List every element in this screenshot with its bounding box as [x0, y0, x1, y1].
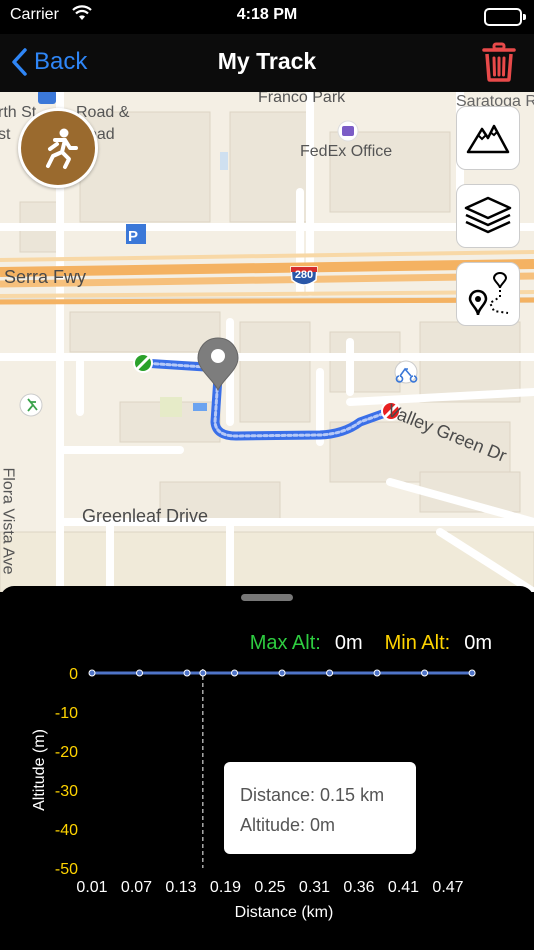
activity-type-button[interactable] — [18, 108, 98, 188]
tooltip-distance: Distance: 0.15 km — [240, 785, 385, 805]
data-point — [183, 669, 191, 677]
x-tick-label: 0.31 — [299, 879, 330, 896]
data-point — [278, 669, 286, 677]
data-point — [136, 669, 144, 677]
y-tick-label: 0 — [69, 666, 78, 683]
y-tick-label: -20 — [55, 744, 78, 761]
page-title: My Track — [217, 48, 317, 74]
mountain-icon — [466, 124, 510, 154]
data-point — [88, 669, 96, 677]
navigation-bar: Back My Track — [0, 34, 534, 92]
map-label-fedex: FedEx Office — [300, 143, 393, 160]
x-tick-label: 0.47 — [432, 879, 463, 896]
x-tick-label: 0.41 — [388, 879, 419, 896]
x-tick-label: 0.25 — [254, 879, 285, 896]
map-label-flora-vista: Flora Vista Ave — [0, 467, 17, 575]
x-axis: 0.01 0.07 0.13 0.19 0.25 0.31 0.36 0.41 0.47 — [76, 879, 463, 896]
data-point — [468, 669, 476, 677]
y-tick-label: -10 — [55, 705, 78, 722]
x-tick-label: 0.19 — [210, 879, 241, 896]
layers-icon — [464, 196, 512, 234]
status-time: 4:18 PM — [236, 6, 298, 23]
data-point — [326, 669, 334, 677]
chart-tooltip: Distance: 0.15 km Altitude: 0m — [224, 762, 416, 854]
data-point — [231, 669, 239, 677]
route-button[interactable] — [456, 262, 520, 326]
trash-button[interactable] — [482, 42, 516, 82]
route-pin-icon — [468, 271, 509, 316]
terrain-button[interactable] — [456, 106, 520, 170]
y-axis: 0 -10 -20 -30 -40 -50 — [55, 666, 78, 878]
map-label-serra-fwy: Serra Fwy — [4, 267, 87, 287]
trash-icon — [482, 42, 516, 82]
map-label-franco-park: Franco Park — [258, 92, 346, 106]
map-view[interactable]: Franco Park Saratoga Ro FedEx Office rth… — [0, 92, 534, 592]
data-point — [199, 669, 207, 677]
map-label-highway: 280 — [294, 269, 314, 281]
status-bar: Carrier 4:18 PM — [0, 0, 534, 34]
x-tick-label: 0.36 — [343, 879, 374, 896]
data-point — [421, 669, 429, 677]
data-point — [373, 669, 381, 677]
y-tick-label: -30 — [55, 783, 78, 800]
running-person-icon — [46, 128, 78, 169]
x-tick-label: 0.07 — [121, 879, 152, 896]
y-tick-label: -40 — [55, 822, 78, 839]
map-label-st: st — [0, 126, 11, 143]
x-axis-label: Distance (km) — [235, 904, 334, 921]
start-marker — [133, 353, 153, 373]
x-tick-label: 0.01 — [76, 879, 107, 896]
map-layers-button[interactable] — [456, 184, 520, 248]
y-axis-label: Altitude (m) — [31, 729, 48, 811]
battery-icon — [484, 8, 526, 26]
track-details-sheet: Max Alt: 0m Min Alt: 0m 0 -10 -20 -30 -40 -50… — [0, 586, 534, 950]
map-label-greenleaf: Greenleaf Drive — [82, 506, 209, 526]
tooltip-altitude: Altitude: 0m — [240, 815, 336, 835]
x-tick-label: 0.13 — [165, 879, 196, 896]
map-label-parking: P — [128, 228, 139, 245]
y-tick-label: -50 — [55, 861, 78, 878]
